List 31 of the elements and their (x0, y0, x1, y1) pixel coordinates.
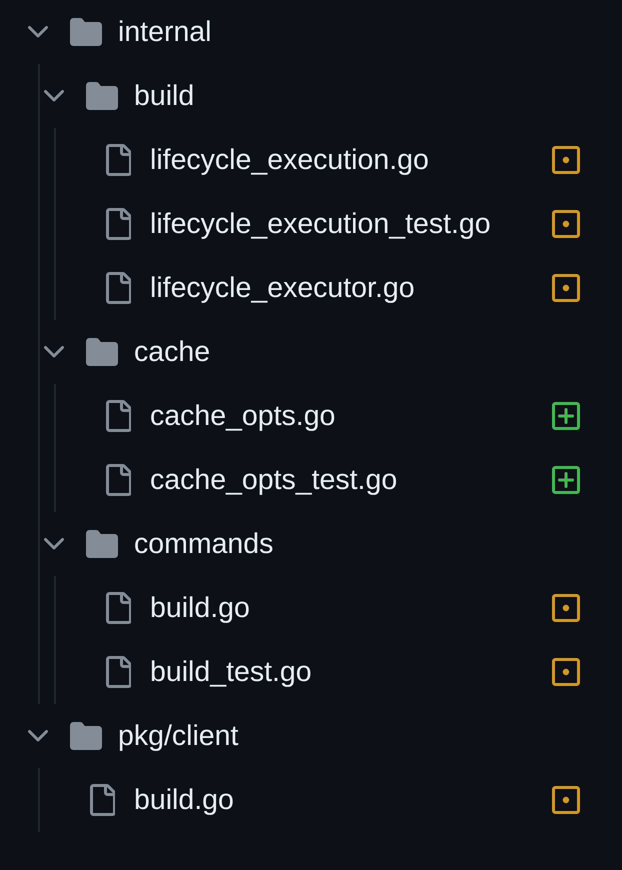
chevron-down-icon[interactable] (28, 730, 48, 742)
folder-name[interactable]: pkg/client (118, 718, 238, 754)
folder-icon (70, 18, 102, 46)
file-name[interactable]: build.go (150, 590, 250, 626)
file-icon (106, 656, 130, 688)
folder-name[interactable]: build (134, 78, 194, 114)
file-icon (90, 784, 114, 816)
chevron-down-icon[interactable] (44, 90, 64, 102)
folder-name[interactable]: commands (134, 526, 274, 562)
file-icon (106, 272, 130, 304)
file-icon (106, 464, 130, 496)
folder-icon (86, 530, 118, 558)
folder-icon (70, 722, 102, 750)
chevron-down-icon[interactable] (28, 26, 48, 38)
chevron-down-icon[interactable] (44, 346, 64, 358)
file-icon (106, 208, 130, 240)
file-name[interactable]: lifecycle_executor.go (150, 270, 415, 306)
file-icon (106, 592, 130, 624)
folder-icon (86, 338, 118, 366)
folder-name[interactable]: internal (118, 14, 212, 50)
file-name[interactable]: build.go (134, 782, 234, 818)
file-name[interactable]: cache_opts.go (150, 398, 336, 434)
folder-icon (86, 82, 118, 110)
file-name[interactable]: lifecycle_execution_test.go (150, 206, 491, 242)
file-icon (106, 144, 130, 176)
folder-name[interactable]: cache (134, 334, 210, 370)
file-name[interactable]: build_test.go (150, 654, 312, 690)
file-name[interactable]: cache_opts_test.go (150, 462, 398, 498)
chevron-down-icon[interactable] (44, 538, 64, 550)
file-name[interactable]: lifecycle_execution.go (150, 142, 429, 178)
file-icon (106, 400, 130, 432)
